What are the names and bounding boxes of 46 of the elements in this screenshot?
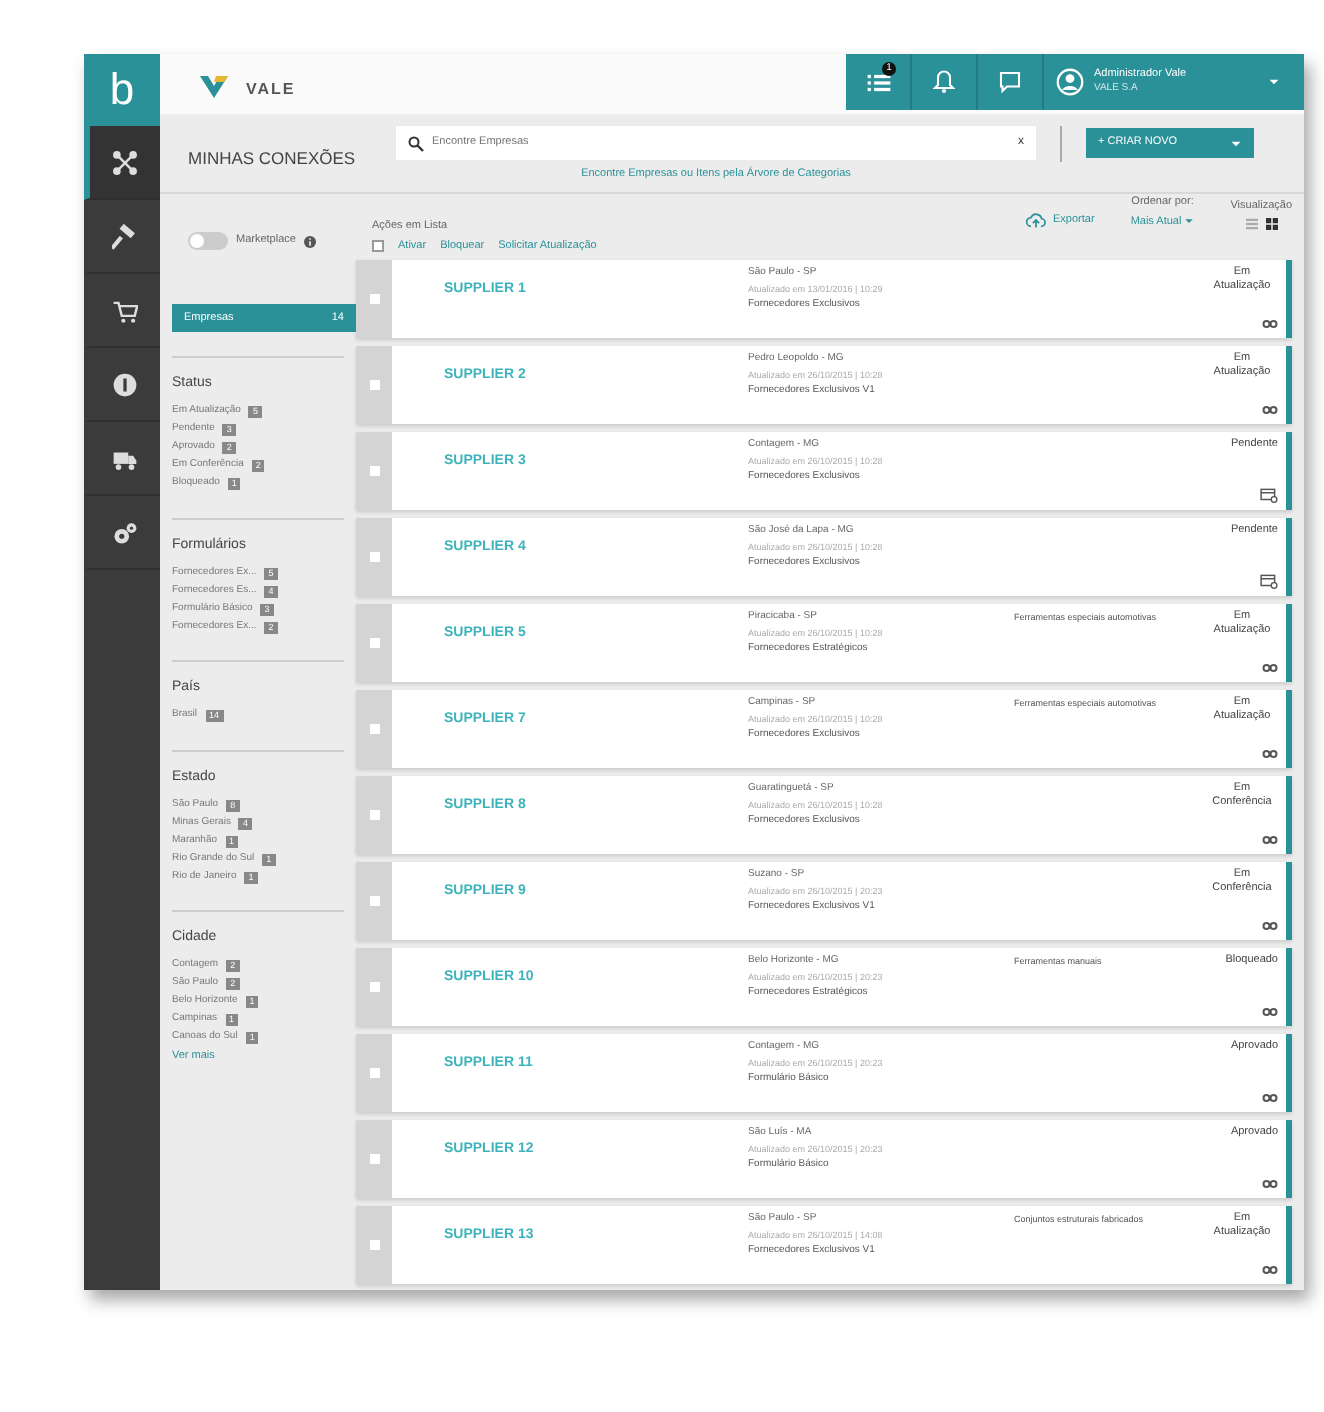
link-icon[interactable] (1262, 1090, 1278, 1106)
caret-icon (1268, 76, 1280, 88)
row-checkbox[interactable] (370, 1154, 380, 1164)
coin-icon (112, 371, 138, 397)
id-card-icon[interactable] (1260, 572, 1278, 590)
row-checkbox[interactable] (370, 294, 380, 304)
marketplace-toggle[interactable] (188, 232, 228, 250)
info-icon (303, 235, 316, 247)
app-logo[interactable]: b (84, 54, 160, 126)
link-icon[interactable] (1262, 1176, 1278, 1192)
row-checkbox[interactable] (370, 638, 380, 648)
grid-view-button[interactable] (1265, 218, 1278, 230)
chat-icon (998, 70, 1022, 94)
id-card-icon[interactable] (1260, 486, 1278, 504)
row-checkbox[interactable] (370, 466, 380, 476)
caret-icon (1184, 215, 1195, 226)
cloud-upload-icon (1025, 210, 1046, 230)
link-icon[interactable] (1262, 832, 1278, 848)
row-checkbox[interactable] (370, 896, 380, 906)
sidebar-item[interactable] (84, 126, 160, 200)
row-checkbox[interactable] (370, 552, 380, 562)
link-icon[interactable] (1262, 402, 1278, 418)
avatar-icon (1056, 68, 1084, 96)
row-checkbox[interactable] (370, 380, 380, 390)
hammer-icon (112, 223, 138, 249)
brand-name: VALE (246, 78, 296, 102)
link-icon[interactable] (1262, 1004, 1278, 1020)
cart-icon (112, 297, 138, 323)
bell-icon (932, 70, 956, 94)
list-icon (865, 69, 891, 95)
gears-icon (112, 519, 138, 545)
link-icon[interactable] (1262, 316, 1278, 332)
select-all-checkbox[interactable] (372, 239, 384, 252)
link-icon[interactable] (1262, 746, 1278, 762)
caret-icon (1230, 137, 1242, 149)
row-checkbox[interactable] (370, 1068, 380, 1078)
row-checkbox[interactable] (370, 1240, 380, 1250)
link-icon[interactable] (1262, 918, 1278, 934)
page-title: MINHAS CONEXÕES (188, 146, 358, 172)
row-checkbox[interactable] (370, 982, 380, 992)
link-icon[interactable] (1262, 660, 1278, 676)
network-icon (112, 149, 138, 175)
row-checkbox[interactable] (370, 810, 380, 820)
row-checkbox[interactable] (370, 724, 380, 734)
link-icon[interactable] (1262, 1262, 1278, 1278)
search-icon (408, 135, 424, 151)
